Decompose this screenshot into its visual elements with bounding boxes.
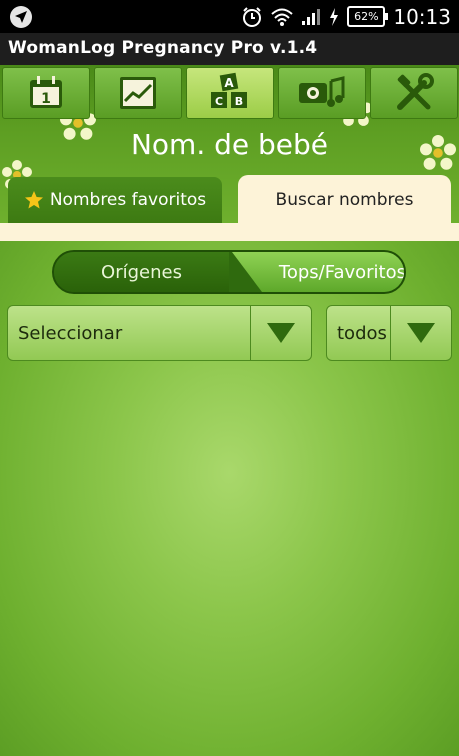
top-tab-bar: 1 A C B [0,65,459,120]
gender-filter-value: todos [337,322,387,344]
battery-indicator: 62% [347,6,389,27]
svg-text:1: 1 [41,91,51,107]
tab-settings[interactable] [370,67,458,119]
chevron-down-icon [267,323,295,343]
dropdown-arrow[interactable] [390,306,451,360]
segmented-control: Orígenes Tops/Favoritos [52,250,406,294]
status-bar: 62% 10:13 [0,0,459,33]
origin-select-dropdown[interactable]: Seleccionar [7,305,312,361]
wifi-icon [271,8,294,26]
charging-icon [330,7,339,26]
signal-icon [302,8,321,25]
app-title-bar: WomanLog Pregnancy Pro v.1.4 [0,33,459,65]
tab-search-names[interactable]: Buscar nombres [238,175,451,225]
gender-filter-dropdown[interactable]: todos [326,305,452,361]
chart-icon [120,77,156,109]
segment-tops-favorites-label: Tops/Favoritos [278,261,406,283]
tab-baby-names[interactable]: A C B [186,67,274,119]
segment-origins[interactable]: Orígenes [54,252,229,292]
svg-text:B: B [235,95,243,108]
tab-chart[interactable] [94,67,182,119]
chevron-down-icon [407,323,435,343]
navigation-icon [10,6,32,28]
sub-tab-bar: Nombres favoritos Buscar nombres [0,175,459,230]
svg-text:A: A [224,76,234,90]
tab-content-border [0,223,459,242]
tab-calendar[interactable]: 1 [2,67,90,119]
search-panel: Orígenes Tops/Favoritos Seleccionar todo… [0,241,459,756]
clock: 10:13 [393,4,451,29]
tab-favorite-names-label: Nombres favoritos [49,190,207,210]
segment-origins-label: Orígenes [101,261,182,283]
alarm-icon [243,6,262,27]
tools-icon [397,73,434,110]
star-icon [24,191,43,209]
tab-media[interactable] [278,67,366,119]
camera-music-icon [299,76,345,107]
page-title: Nom. de bebé [130,128,329,161]
alphabet-blocks-icon: A C B [211,72,247,108]
app-title: WomanLog Pregnancy Pro v.1.4 [8,38,318,58]
tab-favorite-names[interactable]: Nombres favoritos [8,177,222,223]
calendar-icon: 1 [30,76,62,108]
svg-text:C: C [215,95,223,108]
dropdown-arrow[interactable] [250,306,311,360]
origin-select-value: Seleccionar [18,322,123,344]
tab-search-names-label: Buscar nombres [275,190,414,210]
segment-tops-favorites[interactable]: Tops/Favoritos [232,252,406,292]
